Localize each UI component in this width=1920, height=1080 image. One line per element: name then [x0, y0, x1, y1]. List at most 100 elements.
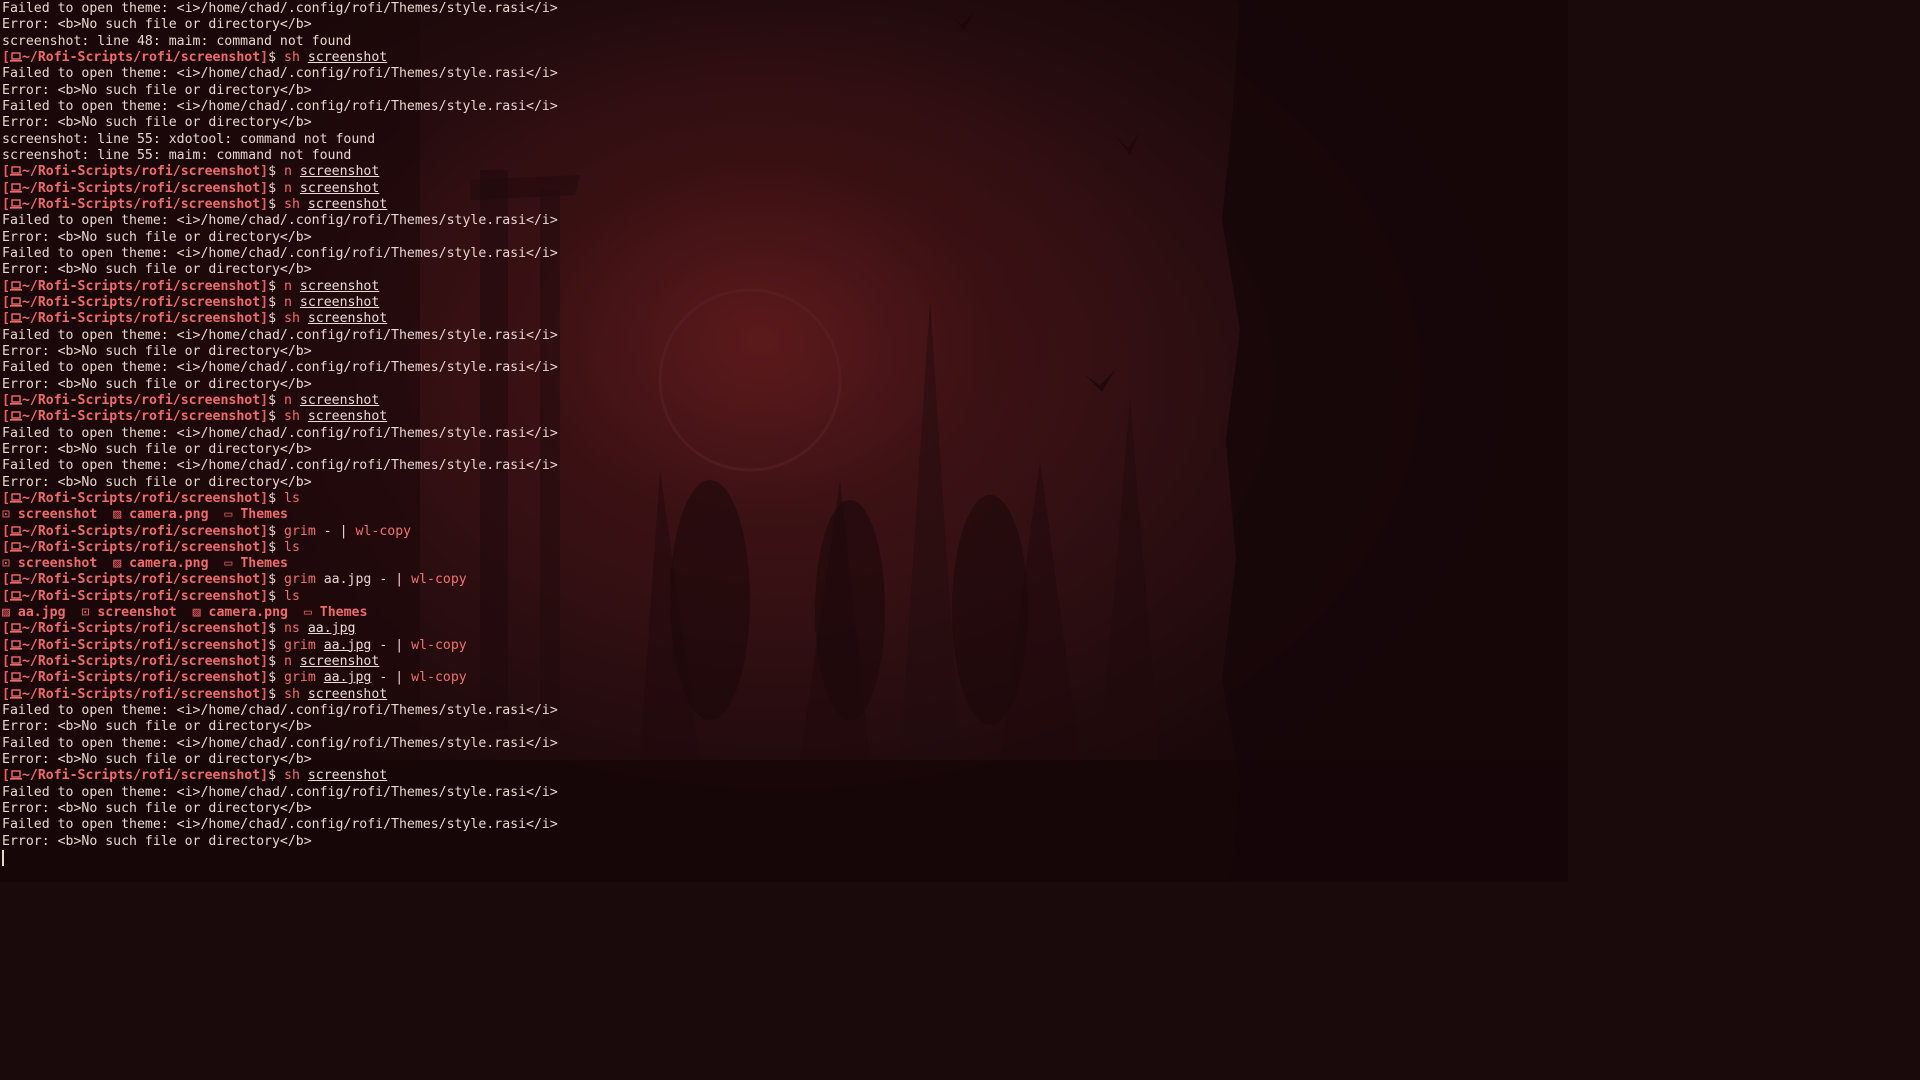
terminal-window[interactable]: Failed to open theme: <i>/home/chad/.con… [0, 0, 1568, 882]
output-line: Failed to open theme: <i>/home/chad/.con… [2, 66, 558, 82]
laptop-icon [9, 770, 22, 781]
prompt-open-bracket: [ [2, 311, 10, 327]
prompt-dollar: $ [268, 311, 277, 327]
output-text: Error: <b>No such file or directory</b> [2, 801, 312, 817]
command-argument: screenshot [307, 311, 388, 327]
command-argument: aa.jpg [307, 621, 356, 637]
prompt-path: ~/Rofi-Scripts/rofi/screenshot [21, 686, 261, 702]
folder-icon: ▭ [224, 507, 233, 523]
output-text: screenshot: line 55: maim: command not f… [2, 147, 352, 163]
prompt-path: ~/Rofi-Scripts/rofi/screenshot [21, 49, 261, 65]
laptop-icon [9, 52, 22, 62]
output-text: Failed to open theme: <i>/home/chad/.con… [2, 735, 558, 751]
prompt-line: [~/Rofi-Scripts/rofi/screenshot]$ grim a… [2, 670, 558, 686]
output-text: Error: <b>No such file or directory</b> [2, 441, 312, 457]
prompt-open-bracket: [ [2, 196, 10, 212]
output-text: Failed to open theme: <i>/home/chad/.con… [2, 360, 558, 376]
output-text: Failed to open theme: <i>/home/chad/.con… [2, 213, 558, 229]
prompt-open-bracket: [ [2, 539, 10, 555]
prompt-open-bracket: [ [2, 523, 10, 539]
laptop-icon [9, 411, 22, 421]
command-argument: wl-copy [355, 523, 412, 539]
prompt-path: ~/Rofi-Scripts/rofi/screenshot [21, 196, 261, 212]
folder-icon: ▭ [224, 556, 233, 572]
prompt-path: ~/Rofi-Scripts/rofi/screenshot [21, 588, 261, 604]
prompt-path: ~/Rofi-Scripts/rofi/screenshot [21, 294, 261, 310]
prompt-open-bracket: [ [2, 621, 10, 637]
output-line: Error: <b>No such file or directory</b> [2, 801, 558, 817]
output-line: Error: <b>No such file or directory</b> [2, 834, 558, 850]
output-text: Failed to open theme: <i>/home/chad/.con… [2, 245, 558, 261]
laptop-icon [9, 493, 22, 503]
output-line: Failed to open theme: <i>/home/chad/.con… [2, 703, 558, 719]
command-argument: screenshot [307, 409, 388, 425]
command-argument: - [379, 637, 388, 653]
output-line: Failed to open theme: <i>/home/chad/.con… [2, 328, 558, 344]
output-line: Failed to open theme: <i>/home/chad/.con… [2, 360, 558, 376]
prompt-line: [~/Rofi-Scripts/rofi/screenshot]$ sh scr… [2, 311, 558, 327]
prompt-close-bracket: ] [260, 621, 269, 637]
image-file-icon: ▨ [113, 507, 122, 523]
prompt-dollar: $ [268, 392, 277, 408]
text-cursor[interactable] [2, 850, 4, 866]
ls-entry: Themes [240, 507, 288, 523]
prompt-line: [~/Rofi-Scripts/rofi/screenshot]$ grim a… [2, 572, 558, 588]
laptop-icon [9, 182, 22, 193]
output-line: Error: <b>No such file or directory</b> [2, 262, 558, 278]
prompt-open-bracket: [ [2, 278, 10, 294]
command-name: sh [284, 686, 300, 702]
prompt-close-bracket: ] [260, 588, 269, 604]
output-text: Error: <b>No such file or directory</b> [2, 752, 312, 768]
output-line: Failed to open theme: <i>/home/chad/.con… [2, 785, 558, 801]
laptop-icon [9, 623, 22, 634]
command-argument: wl-copy [411, 670, 467, 686]
prompt-close-bracket: ] [260, 686, 269, 702]
ls-entry: screenshot [17, 507, 98, 523]
prompt-open-bracket: [ [2, 294, 10, 310]
output-text: Error: <b>No such file or directory</b> [2, 17, 312, 33]
prompt-line: [~/Rofi-Scripts/rofi/screenshot]$ n scre… [2, 181, 558, 197]
output-line: Error: <b>No such file or directory</b> [2, 377, 558, 393]
output-line: screenshot: line 55: xdotool: command no… [2, 132, 558, 148]
output-text: screenshot: line 48: maim: command not f… [2, 33, 352, 49]
prompt-dollar: $ [268, 539, 277, 555]
prompt-line: [~/Rofi-Scripts/rofi/screenshot]$ n scre… [2, 654, 558, 670]
command-argument: aa.jpg [323, 670, 372, 686]
prompt-path: ~/Rofi-Scripts/rofi/screenshot [21, 490, 261, 506]
image-file-icon: ▨ [2, 605, 10, 621]
command-name: sh [284, 49, 300, 65]
command-name: n [284, 164, 292, 180]
prompt-close-bracket: ] [260, 670, 269, 686]
output-line: screenshot: line 48: maim: command not f… [2, 34, 558, 50]
prompt-open-bracket: [ [2, 164, 10, 180]
output-line: Error: <b>No such file or directory</b> [2, 115, 558, 131]
prompt-close-bracket: ] [260, 392, 269, 408]
laptop-icon [9, 395, 22, 405]
prompt-dollar: $ [268, 49, 277, 65]
output-line: Error: <b>No such file or directory</b> [2, 344, 558, 360]
output-line: Error: <b>No such file or directory</b> [2, 230, 558, 246]
laptop-icon [9, 640, 22, 650]
ls-entry: camera.png [208, 605, 288, 621]
laptop-icon [9, 280, 22, 291]
output-text: Error: <b>No such file or directory</b> [2, 82, 312, 98]
output-text: Failed to open theme: <i>/home/chad/.con… [2, 703, 558, 719]
output-line: Failed to open theme: <i>/home/chad/.con… [2, 213, 558, 229]
output-text: Failed to open theme: <i>/home/chad/.con… [2, 817, 558, 833]
prompt-dollar: $ [268, 409, 277, 425]
terminal-file-icon: ⊡ [2, 556, 10, 572]
output-text: Error: <b>No such file or directory</b> [2, 343, 312, 359]
output-text: screenshot: line 55: xdotool: command no… [2, 131, 376, 147]
command-argument: | [395, 637, 404, 653]
terminal-output: Failed to open theme: <i>/home/chad/.con… [2, 1, 558, 850]
prompt-line: [~/Rofi-Scripts/rofi/screenshot]$ ns aa.… [2, 621, 558, 637]
command-argument: screenshot [299, 278, 380, 294]
prompt-close-bracket: ] [260, 654, 269, 670]
prompt-line: [~/Rofi-Scripts/rofi/screenshot]$ grim a… [2, 638, 558, 654]
prompt-dollar: $ [268, 278, 277, 294]
command-argument: screenshot [307, 768, 388, 784]
command-name: grim [284, 572, 316, 588]
ls-entry: screenshot [97, 605, 177, 621]
command-name: grim [284, 523, 316, 539]
command-name: n [284, 654, 292, 670]
